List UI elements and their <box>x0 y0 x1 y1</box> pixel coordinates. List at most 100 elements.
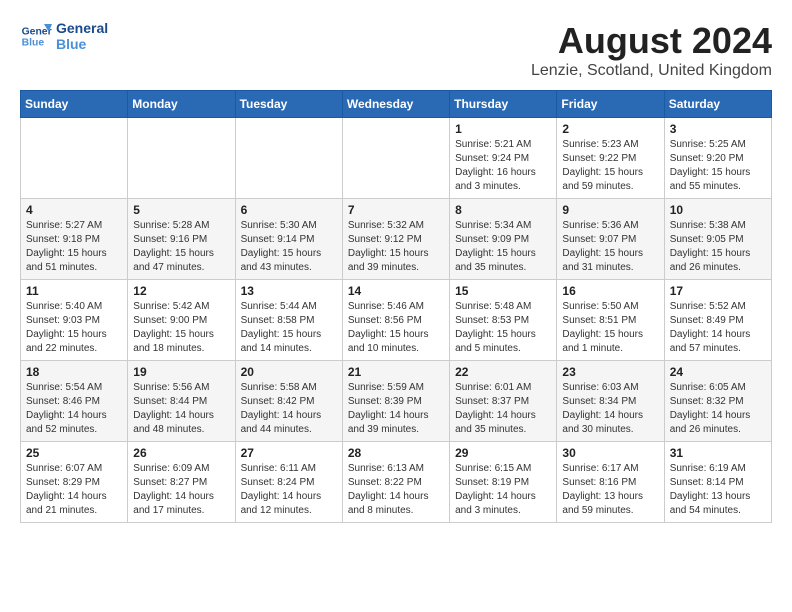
svg-text:Blue: Blue <box>22 38 45 49</box>
calendar-cell: 8 Sunrise: 5:34 AM Sunset: 9:09 PM Daylig… <box>450 199 557 280</box>
cell-content: Sunrise: 5:42 AM Sunset: 9:00 PM Dayligh… <box>133 300 229 356</box>
calendar-cell: 23 Sunrise: 6:03 AM Sunset: 8:34 PM Dayli… <box>557 361 664 442</box>
calendar-week-row: 25 Sunrise: 6:07 AM Sunset: 8:29 PM Dayli… <box>21 442 772 523</box>
day-number: 30 <box>562 446 658 460</box>
calendar-cell <box>21 118 128 199</box>
cell-content: Sunrise: 5:58 AM Sunset: 8:42 PM Dayligh… <box>241 381 337 437</box>
cell-content: Sunrise: 5:27 AM Sunset: 9:18 PM Dayligh… <box>26 219 122 275</box>
calendar-week-row: 4Sunrise: 5:27 AM Sunset: 9:18 PM Daylig… <box>21 199 772 280</box>
calendar-cell: 12 Sunrise: 5:42 AM Sunset: 9:00 PM Dayli… <box>128 280 235 361</box>
cell-content: Sunrise: 6:03 AM Sunset: 8:34 PM Dayligh… <box>562 381 658 437</box>
day-number: 9 <box>562 203 658 217</box>
cell-content: Sunrise: 5:44 AM Sunset: 8:58 PM Dayligh… <box>241 300 337 356</box>
day-number: 11 <box>26 284 122 298</box>
day-number: 7 <box>348 203 444 217</box>
day-number: 25 <box>26 446 122 460</box>
day-number: 14 <box>348 284 444 298</box>
calendar-cell: 21Sunrise: 5:59 AM Sunset: 8:39 PM Dayli… <box>342 361 449 442</box>
calendar-cell: 24Sunrise: 6:05 AM Sunset: 8:32 PM Dayli… <box>664 361 771 442</box>
day-number: 21 <box>348 365 444 379</box>
cell-content: Sunrise: 6:11 AM Sunset: 8:24 PM Dayligh… <box>241 462 337 518</box>
calendar-cell: 7 Sunrise: 5:32 AM Sunset: 9:12 PM Daylig… <box>342 199 449 280</box>
calendar-cell: 27 Sunrise: 6:11 AM Sunset: 8:24 PM Dayli… <box>235 442 342 523</box>
weekday-header-friday: Friday <box>557 91 664 118</box>
calendar-cell: 25 Sunrise: 6:07 AM Sunset: 8:29 PM Dayli… <box>21 442 128 523</box>
cell-content: Sunrise: 5:56 AM Sunset: 8:44 PM Dayligh… <box>133 381 229 437</box>
day-number: 13 <box>241 284 337 298</box>
day-number: 8 <box>455 203 551 217</box>
calendar-cell: 3 Sunrise: 5:25 AM Sunset: 9:20 PM Daylig… <box>664 118 771 199</box>
calendar-cell: 5 Sunrise: 5:28 AM Sunset: 9:16 PM Daylig… <box>128 199 235 280</box>
calendar-cell: 13 Sunrise: 5:44 AM Sunset: 8:58 PM Dayli… <box>235 280 342 361</box>
day-number: 31 <box>670 446 766 460</box>
calendar-week-row: 1 Sunrise: 5:21 AM Sunset: 9:24 PM Daylig… <box>21 118 772 199</box>
cell-content: Sunrise: 6:09 AM Sunset: 8:27 PM Dayligh… <box>133 462 229 518</box>
calendar-cell: 16Sunrise: 5:50 AM Sunset: 8:51 PM Dayli… <box>557 280 664 361</box>
day-number: 1 <box>455 122 551 136</box>
page-header: General Blue General Blue August 2024 Le… <box>20 20 772 80</box>
day-number: 2 <box>562 122 658 136</box>
day-number: 26 <box>133 446 229 460</box>
weekday-header-saturday: Saturday <box>664 91 771 118</box>
day-number: 19 <box>133 365 229 379</box>
logo-text-blue: Blue <box>56 36 108 52</box>
day-number: 23 <box>562 365 658 379</box>
cell-content: Sunrise: 5:50 AM Sunset: 8:51 PM Dayligh… <box>562 300 658 356</box>
calendar-cell: 19 Sunrise: 5:56 AM Sunset: 8:44 PM Dayli… <box>128 361 235 442</box>
title-area: August 2024 Lenzie, Scotland, United Kin… <box>531 20 772 80</box>
calendar-cell: 6Sunrise: 5:30 AM Sunset: 9:14 PM Daylig… <box>235 199 342 280</box>
cell-content: Sunrise: 6:15 AM Sunset: 8:19 PM Dayligh… <box>455 462 551 518</box>
calendar-cell: 22 Sunrise: 6:01 AM Sunset: 8:37 PM Dayli… <box>450 361 557 442</box>
month-year-title: August 2024 <box>531 20 772 62</box>
day-number: 27 <box>241 446 337 460</box>
day-number: 12 <box>133 284 229 298</box>
calendar-week-row: 18 Sunrise: 5:54 AM Sunset: 8:46 PM Dayli… <box>21 361 772 442</box>
weekday-header-sunday: Sunday <box>21 91 128 118</box>
day-number: 20 <box>241 365 337 379</box>
cell-content: Sunrise: 5:36 AM Sunset: 9:07 PM Dayligh… <box>562 219 658 275</box>
calendar-cell: 15Sunrise: 5:48 AM Sunset: 8:53 PM Dayli… <box>450 280 557 361</box>
cell-content: Sunrise: 5:52 AM Sunset: 8:49 PM Dayligh… <box>670 300 766 356</box>
day-number: 17 <box>670 284 766 298</box>
weekday-header-monday: Monday <box>128 91 235 118</box>
calendar-week-row: 11 Sunrise: 5:40 AM Sunset: 9:03 PM Dayli… <box>21 280 772 361</box>
weekday-header-row: SundayMondayTuesdayWednesdayThursdayFrid… <box>21 91 772 118</box>
calendar-cell: 28Sunrise: 6:13 AM Sunset: 8:22 PM Dayli… <box>342 442 449 523</box>
calendar-table: SundayMondayTuesdayWednesdayThursdayFrid… <box>20 90 772 523</box>
cell-content: Sunrise: 5:46 AM Sunset: 8:56 PM Dayligh… <box>348 300 444 356</box>
cell-content: Sunrise: 6:01 AM Sunset: 8:37 PM Dayligh… <box>455 381 551 437</box>
cell-content: Sunrise: 5:34 AM Sunset: 9:09 PM Dayligh… <box>455 219 551 275</box>
cell-content: Sunrise: 6:07 AM Sunset: 8:29 PM Dayligh… <box>26 462 122 518</box>
cell-content: Sunrise: 5:32 AM Sunset: 9:12 PM Dayligh… <box>348 219 444 275</box>
cell-content: Sunrise: 5:21 AM Sunset: 9:24 PM Dayligh… <box>455 138 551 194</box>
calendar-cell <box>342 118 449 199</box>
weekday-header-thursday: Thursday <box>450 91 557 118</box>
day-number: 5 <box>133 203 229 217</box>
weekday-header-tuesday: Tuesday <box>235 91 342 118</box>
logo-text-general: General <box>56 20 108 36</box>
calendar-cell: 30 Sunrise: 6:17 AM Sunset: 8:16 PM Dayli… <box>557 442 664 523</box>
calendar-cell: 4Sunrise: 5:27 AM Sunset: 9:18 PM Daylig… <box>21 199 128 280</box>
calendar-cell: 11 Sunrise: 5:40 AM Sunset: 9:03 PM Dayli… <box>21 280 128 361</box>
day-number: 6 <box>241 203 337 217</box>
day-number: 15 <box>455 284 551 298</box>
day-number: 18 <box>26 365 122 379</box>
day-number: 10 <box>670 203 766 217</box>
cell-content: Sunrise: 5:40 AM Sunset: 9:03 PM Dayligh… <box>26 300 122 356</box>
calendar-cell: 26 Sunrise: 6:09 AM Sunset: 8:27 PM Dayli… <box>128 442 235 523</box>
cell-content: Sunrise: 5:54 AM Sunset: 8:46 PM Dayligh… <box>26 381 122 437</box>
day-number: 3 <box>670 122 766 136</box>
location-subtitle: Lenzie, Scotland, United Kingdom <box>531 62 772 80</box>
calendar-cell: 31Sunrise: 6:19 AM Sunset: 8:14 PM Dayli… <box>664 442 771 523</box>
calendar-cell: 18 Sunrise: 5:54 AM Sunset: 8:46 PM Dayli… <box>21 361 128 442</box>
cell-content: Sunrise: 5:25 AM Sunset: 9:20 PM Dayligh… <box>670 138 766 194</box>
weekday-header-wednesday: Wednesday <box>342 91 449 118</box>
day-number: 24 <box>670 365 766 379</box>
calendar-cell: 17 Sunrise: 5:52 AM Sunset: 8:49 PM Dayli… <box>664 280 771 361</box>
day-number: 22 <box>455 365 551 379</box>
calendar-cell: 29Sunrise: 6:15 AM Sunset: 8:19 PM Dayli… <box>450 442 557 523</box>
cell-content: Sunrise: 6:17 AM Sunset: 8:16 PM Dayligh… <box>562 462 658 518</box>
calendar-cell: 9 Sunrise: 5:36 AM Sunset: 9:07 PM Daylig… <box>557 199 664 280</box>
calendar-cell <box>235 118 342 199</box>
cell-content: Sunrise: 5:28 AM Sunset: 9:16 PM Dayligh… <box>133 219 229 275</box>
